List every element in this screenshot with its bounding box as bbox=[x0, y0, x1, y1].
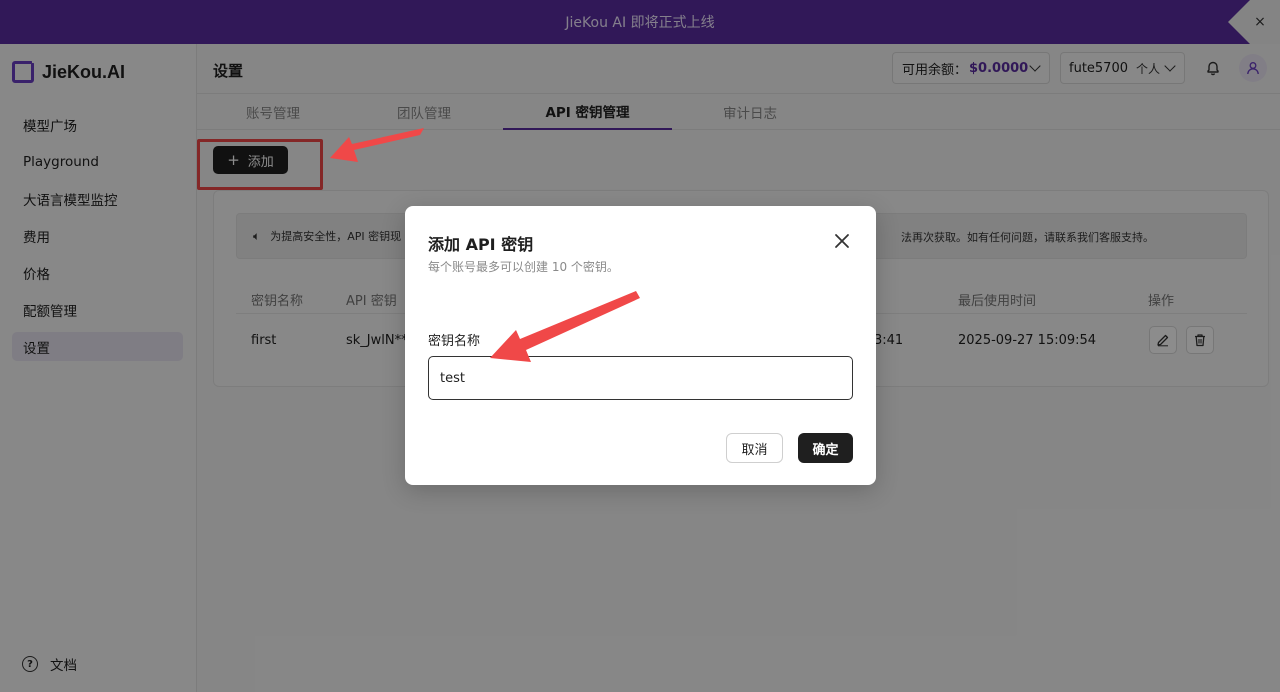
dialog-close-button[interactable] bbox=[833, 232, 851, 250]
confirm-button[interactable]: 确定 bbox=[798, 433, 853, 463]
add-key-dialog: 添加 API 密钥 每个账号最多可以创建 10 个密钥。 密钥名称 取消 确定 bbox=[405, 206, 876, 485]
cancel-button[interactable]: 取消 bbox=[726, 433, 783, 463]
dialog-title: 添加 API 密钥 bbox=[428, 235, 534, 254]
close-icon bbox=[835, 234, 849, 248]
key-name-input[interactable] bbox=[428, 356, 853, 400]
key-name-label: 密钥名称 bbox=[428, 334, 481, 349]
dialog-subtitle: 每个账号最多可以创建 10 个密钥。 bbox=[428, 260, 619, 274]
